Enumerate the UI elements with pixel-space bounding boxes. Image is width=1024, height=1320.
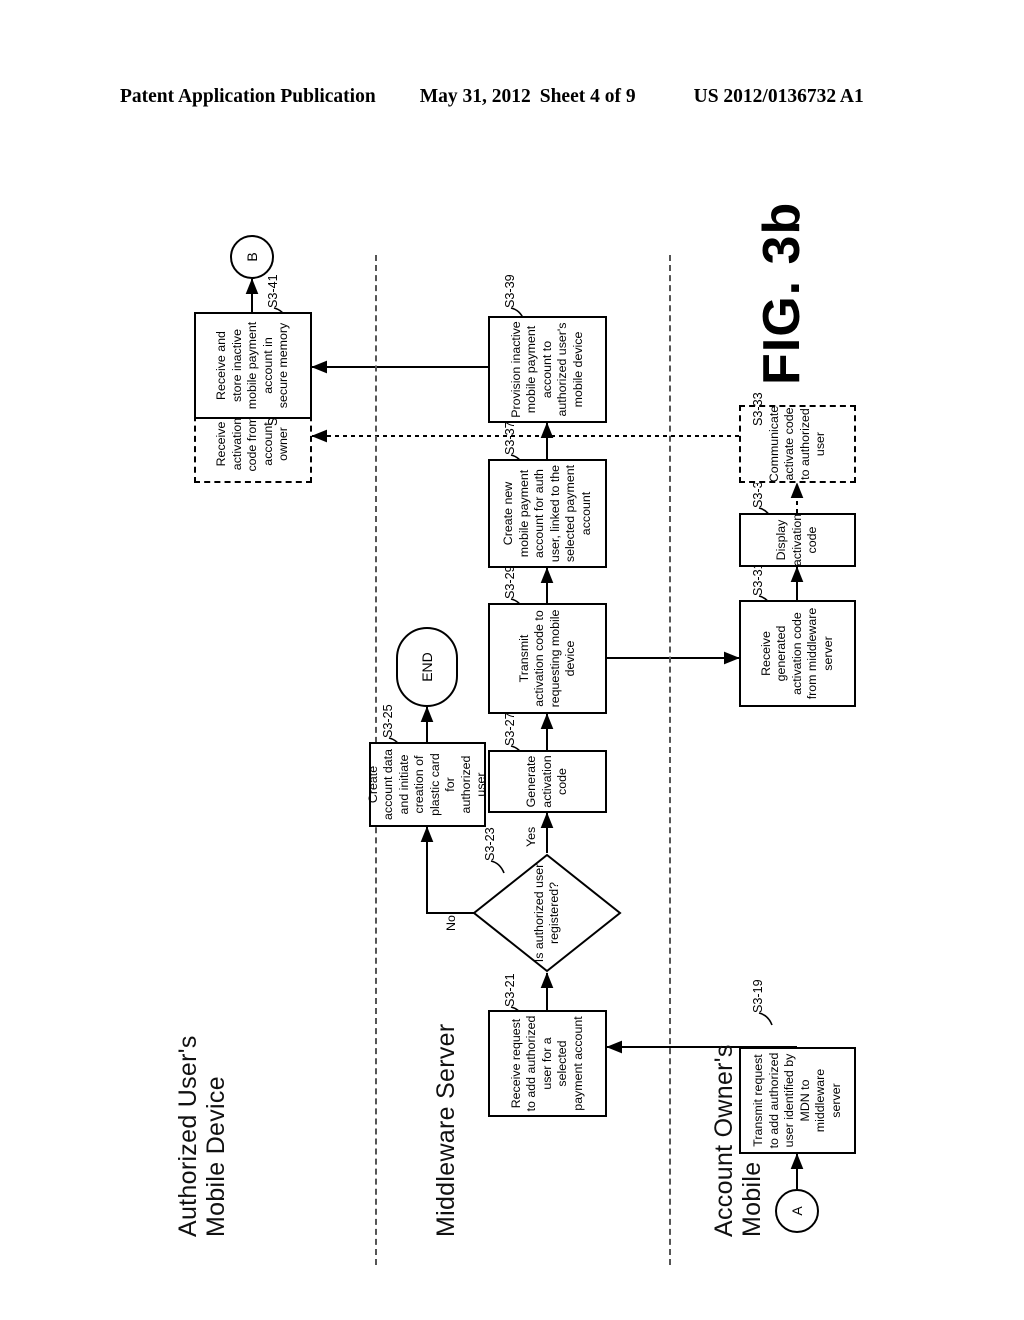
ref-s3-29: S3-29 — [503, 565, 517, 599]
publication-label: Patent Application Publication — [120, 86, 376, 107]
node-s3-39: Provision inactive mobile payment accoun… — [488, 316, 607, 423]
node-s3-41: Receive and store inactive mobile paymen… — [194, 312, 312, 419]
branch-label-no: No — [444, 915, 458, 931]
ref-s3-23: S3-23 — [483, 827, 497, 861]
node-s3-21: Receive request to add authorized user f… — [488, 1010, 607, 1117]
node-s3-37: Create new mobile payment account for au… — [488, 459, 607, 568]
node-s3-25: Create account data and initiate creatio… — [366, 742, 488, 827]
lane-title-middleware-server: Middleware Server — [432, 1023, 460, 1237]
ref-s3-31: S3-31 — [751, 562, 765, 596]
ref-s3-37: S3-37 — [503, 421, 517, 455]
node-end: END — [396, 627, 458, 707]
connector-circle-a: A — [775, 1189, 819, 1233]
document-number: US 2012/0136732 A1 — [693, 86, 864, 107]
sheet-number: Sheet 4 of 9 — [539, 86, 636, 107]
branch-label-yes: Yes — [524, 826, 538, 847]
page-header: Patent Application Publication May 31, 2… — [120, 86, 910, 112]
connector-circle-b: B — [230, 235, 274, 279]
node-s3-23-label: Is authorized user registered? — [531, 863, 562, 963]
node-s3-29: Transmit activation code to requesting m… — [488, 603, 607, 714]
ref-s3-41: S3-41 — [266, 274, 280, 308]
flowchart-diagram: Authorized User's Mobile Device Middlewa… — [132, 202, 892, 1265]
ref-s3-19: S3-19 — [751, 979, 765, 1013]
node-s3-19: Transmit request to add authorized user … — [739, 1047, 856, 1154]
publication-date: May 31, 2012 — [419, 86, 531, 107]
node-s3-27: Generate activation code — [488, 750, 607, 813]
ref-s3-21: S3-21 — [503, 973, 517, 1007]
ref-s3-39: S3-39 — [503, 274, 517, 308]
lane-divider-lower — [669, 255, 671, 1265]
lane-title-authorized-user: Authorized User's Mobile Device — [174, 1035, 230, 1237]
figure-caption: FIG. 3b — [753, 201, 811, 385]
node-s3-32: Display activation code — [739, 513, 856, 567]
ref-s3-27: S3-27 — [503, 712, 517, 746]
node-s3-23: Is authorized user registered? — [472, 853, 622, 973]
figure-3b: Authorized User's Mobile Device Middlewa… — [132, 202, 892, 1265]
ref-s3-33: S3-33 — [751, 392, 765, 426]
ref-s3-25: S3-25 — [381, 704, 395, 738]
node-s3-31: Receive generated activation code from m… — [739, 600, 856, 707]
